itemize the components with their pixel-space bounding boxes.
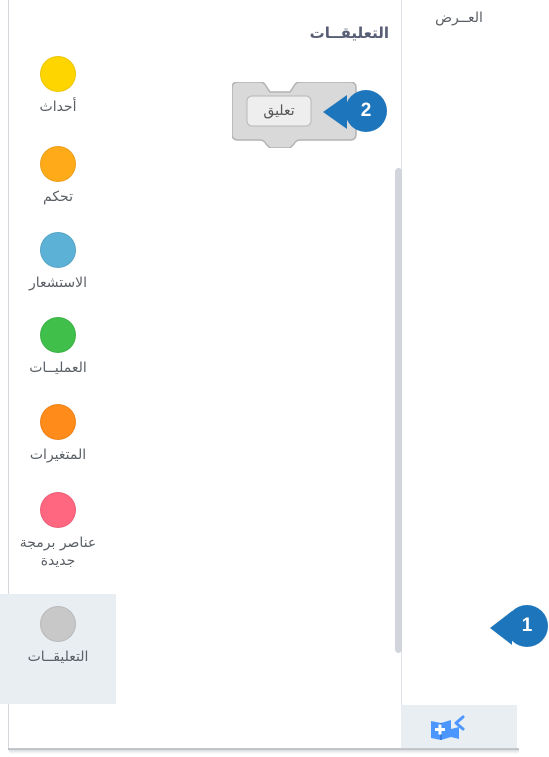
category-variables[interactable]: المتغيرات xyxy=(0,404,116,464)
callout-badge-1-number: 1 xyxy=(521,615,533,636)
category-control-label: تحكم xyxy=(43,189,73,205)
callout-badge-1: 1 xyxy=(506,605,548,647)
category-sensing[interactable]: الاستشعار xyxy=(0,232,116,292)
palette-scrollbar[interactable] xyxy=(395,168,402,653)
category-variables-label: المتغيرات xyxy=(29,447,87,463)
variables-dot-icon xyxy=(40,404,76,440)
palette-title: التعليقــات xyxy=(309,24,389,42)
callout-badge-2: 2 xyxy=(345,90,387,132)
add-extension-button[interactable] xyxy=(401,705,517,748)
operators-dot-icon xyxy=(40,317,76,353)
events-dot-icon xyxy=(40,56,76,92)
category-my-blocks-label: عناصر برمجة جديدة xyxy=(19,535,97,569)
sensing-dot-icon xyxy=(40,232,76,268)
category-sensing-label: الاستشعار xyxy=(28,275,88,291)
category-comments[interactable]: التعليقــات xyxy=(0,594,116,704)
callout-badge-2-number: 2 xyxy=(360,100,372,121)
category-looks-label: العــرض xyxy=(435,10,483,26)
comments-dot-icon xyxy=(40,606,76,642)
category-operators[interactable]: العمليــات xyxy=(0,317,116,377)
category-my-blocks[interactable]: عناصر برمجة جديدة xyxy=(0,492,116,570)
category-comments-label: التعليقــات xyxy=(27,649,89,665)
category-events-label: أحداث xyxy=(39,99,77,115)
category-operators-label: العمليــات xyxy=(29,360,87,376)
category-events[interactable]: أحداث xyxy=(0,56,116,116)
my-blocks-dot-icon xyxy=(40,492,76,528)
control-dot-icon xyxy=(40,146,76,182)
category-looks[interactable]: العــرض xyxy=(401,10,517,26)
add-extension-icon xyxy=(431,715,465,740)
category-control[interactable]: تحكم xyxy=(0,146,116,206)
comment-block-label: تعليق xyxy=(263,103,295,119)
